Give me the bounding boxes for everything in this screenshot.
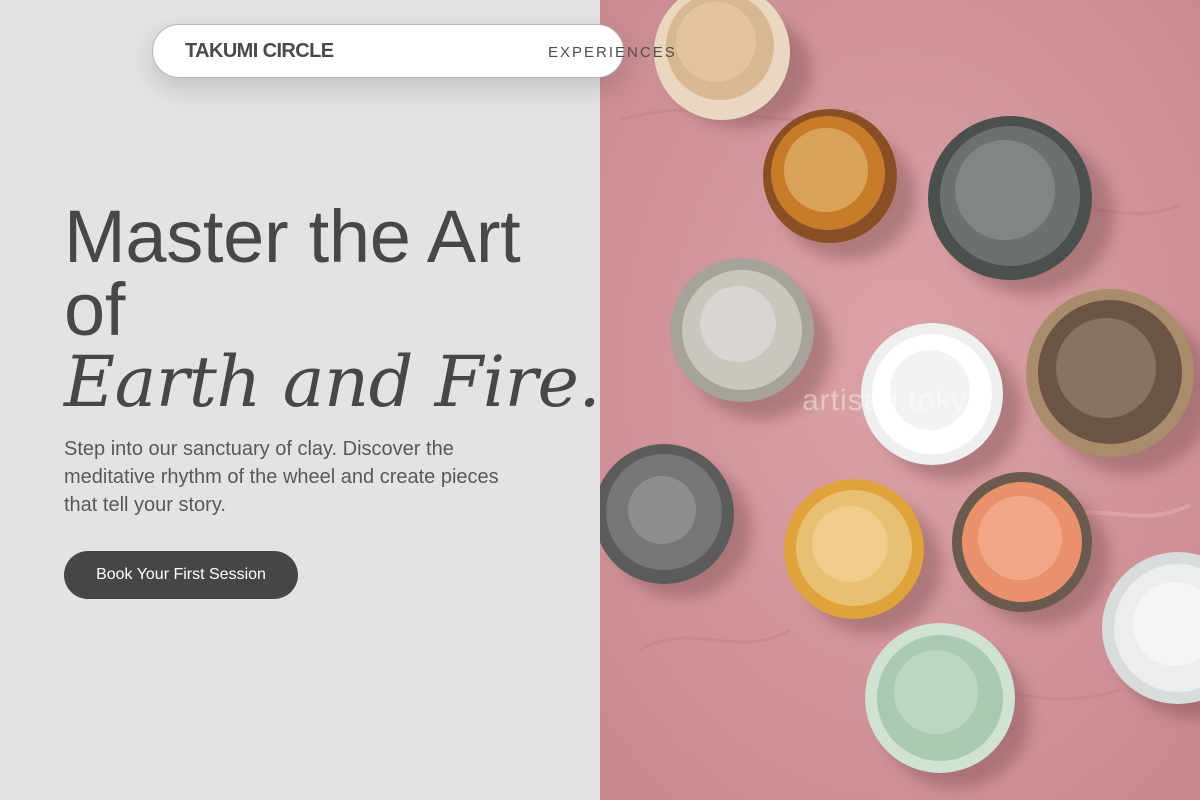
hero-title: Master the Art of Earth and Fire.: [64, 195, 601, 423]
brand-logo[interactable]: TAKUMI CIRCLE: [185, 40, 334, 63]
hero-title-accent: Earth and Fire.: [64, 341, 601, 423]
hero-photo: artisan.tokyo: [600, 0, 1200, 800]
hero-title-line-2: of: [64, 268, 126, 351]
photo-watermark: artisan.tokyo: [802, 384, 986, 417]
hero-title-line-1: Master the Art: [64, 195, 521, 278]
main-nav: TAKUMI CIRCLE EXPERIENCES: [152, 24, 675, 78]
book-session-button[interactable]: Book Your First Session: [64, 551, 298, 599]
nav-link-experiences[interactable]: EXPERIENCES: [548, 44, 677, 61]
page: TAKUMI CIRCLE EXPERIENCES artisan.tokyo …: [0, 0, 1200, 800]
hero-description: Step into our sanctuary of clay. Discove…: [64, 438, 499, 516]
